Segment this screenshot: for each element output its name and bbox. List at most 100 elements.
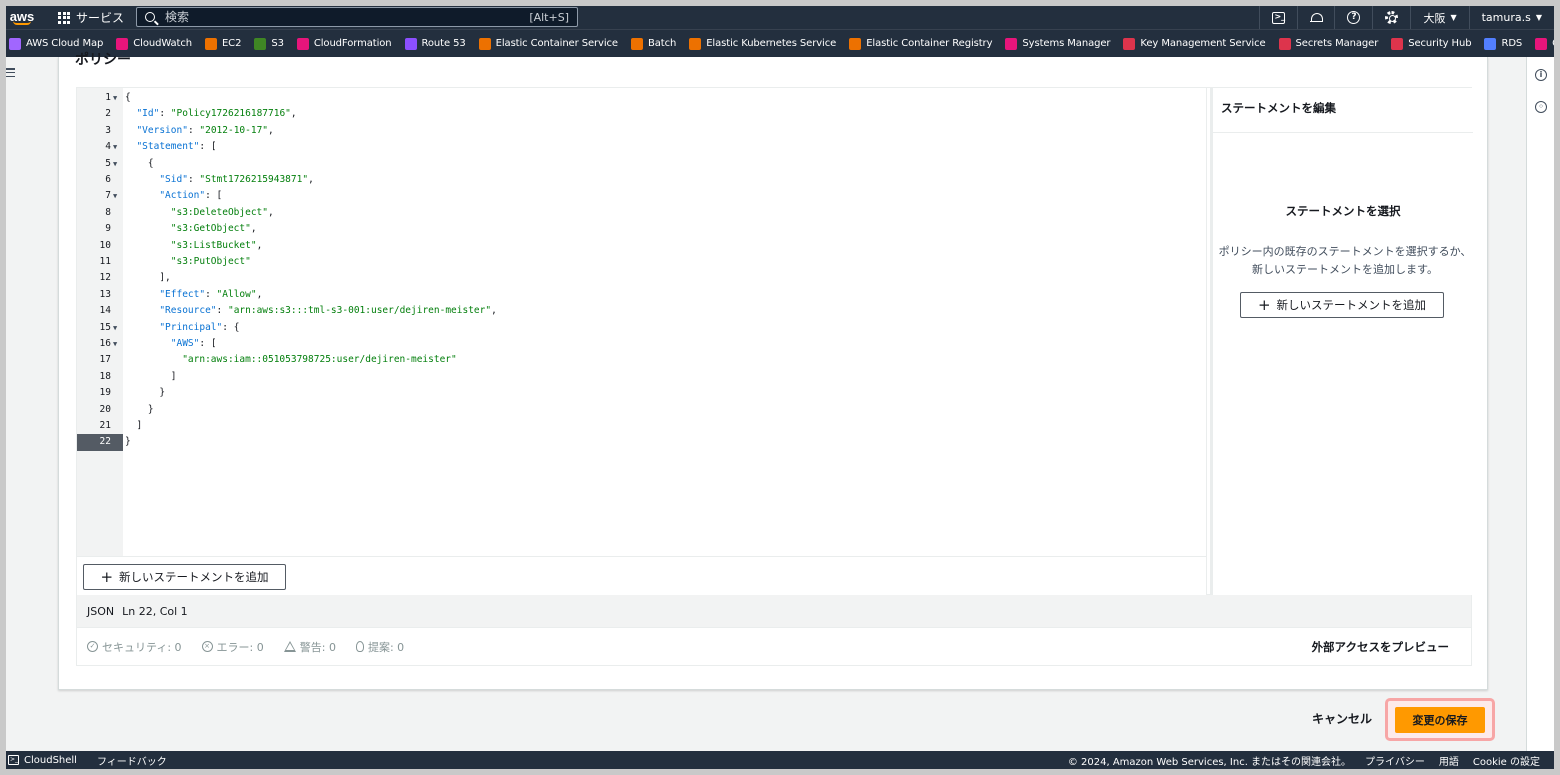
help-button[interactable]: ?	[1334, 6, 1372, 29]
code-line[interactable]: 19 }	[77, 385, 1207, 401]
info-icon[interactable]: i	[1535, 69, 1547, 81]
code-token: "Stmt1726215943871"	[199, 174, 309, 185]
favorite-item[interactable]: S3	[254, 37, 284, 50]
footer-cloudshell-link[interactable]: >_ CloudShell	[8, 755, 77, 766]
footer-terms-link[interactable]: 用語	[1439, 753, 1459, 768]
code-line[interactable]: 3 "Version": "2012-10-17",	[77, 123, 1207, 139]
region-label: 大阪	[1423, 11, 1446, 25]
fold-toggle-icon[interactable]: ▼	[113, 156, 117, 172]
favorite-item[interactable]: Systems Manager	[1005, 37, 1111, 50]
favorite-label: Elastic Kubernetes Service	[706, 38, 837, 49]
search-input[interactable]	[165, 10, 525, 24]
save-changes-button[interactable]: 変更の保存	[1395, 707, 1485, 733]
favorite-item[interactable]: CloudTrail	[1535, 37, 1554, 50]
lightbulb-icon	[355, 641, 364, 652]
code-line[interactable]: 21 ]	[77, 418, 1207, 434]
code-token: : [	[199, 338, 217, 349]
code-line[interactable]: 13 "Effect": "Allow",	[77, 287, 1207, 303]
fold-toggle-icon[interactable]: ▼	[113, 139, 117, 155]
service-icon	[849, 37, 862, 50]
favorite-item[interactable]: CloudFormation	[296, 37, 392, 50]
fold-toggle-icon[interactable]: ▼	[113, 336, 117, 352]
add-statement-button[interactable]: + 新しいステートメントを追加	[83, 564, 286, 590]
fold-toggle-icon[interactable]: ▼	[113, 90, 117, 106]
services-menu-button[interactable]: サービス	[58, 9, 124, 26]
cloudshell-button[interactable]: >_	[1259, 6, 1297, 29]
suggestion-findings[interactable]: 提案: 0	[355, 639, 404, 655]
favorite-item[interactable]: Security Hub	[1391, 37, 1472, 50]
favorite-item[interactable]: Route 53	[404, 37, 466, 50]
gear-icon	[1385, 11, 1399, 24]
footer-cookie-link[interactable]: Cookie の設定	[1473, 753, 1540, 768]
favorite-item[interactable]: Elastic Container Registry	[849, 37, 992, 50]
region-selector[interactable]: 大阪 ▼	[1410, 6, 1468, 29]
code-line[interactable]: 5 ▼ {	[77, 156, 1207, 172]
line-number: 8	[105, 206, 111, 218]
code-line[interactable]: 16 ▼ "AWS": [	[77, 336, 1207, 352]
code-token: "Allow"	[216, 288, 257, 300]
favorite-item[interactable]: EC2	[204, 37, 241, 50]
notifications-button[interactable]	[1297, 6, 1334, 29]
fold-toggle-icon[interactable]: ▼	[113, 320, 117, 336]
code-line[interactable]: 4 ▼ "Statement": [	[77, 139, 1207, 155]
aws-logo[interactable]: aws	[8, 6, 36, 29]
json-code-editor[interactable]: 1 ▼{2 "Id": "Policy1726216187716", 3 "Vers…	[77, 88, 1207, 596]
footer-feedback-link[interactable]: フィードバック	[97, 753, 167, 768]
code-line[interactable]: 8 "s3:DeleteObject",	[77, 205, 1207, 221]
code-line[interactable]: 15 ▼ "Principal": {	[77, 320, 1207, 336]
error-findings[interactable]: × エラー: 0	[201, 639, 264, 655]
code-line[interactable]: 6 "Sid": "Stmt1726215943871",	[77, 172, 1207, 188]
favorite-item[interactable]: Key Management Service	[1123, 37, 1266, 50]
code-token: }	[125, 436, 131, 448]
security-findings[interactable]: ✓ セキュリティ: 0	[87, 639, 182, 655]
footer-privacy-link[interactable]: プライバシー	[1365, 753, 1425, 768]
code-line[interactable]: 22}	[77, 434, 1207, 451]
code-line[interactable]: 18 ]	[77, 369, 1207, 385]
favorite-item[interactable]: Batch	[630, 37, 676, 50]
shield-icon: ✓	[87, 641, 98, 652]
code-text: "Statement": [	[125, 139, 216, 155]
code-text: "AWS": [	[125, 336, 217, 352]
favorite-item[interactable]: RDS	[1484, 37, 1522, 50]
code-line[interactable]: 1 ▼ {	[77, 90, 1207, 106]
code-line[interactable]: 17 "arn:aws:iam::051053798725:user/dejir…	[77, 352, 1207, 368]
favorite-item[interactable]: Secrets Manager	[1278, 37, 1378, 50]
service-icon	[689, 37, 702, 50]
cancel-button[interactable]: キャンセル	[1312, 710, 1372, 727]
settings-button[interactable]	[1372, 6, 1410, 29]
side-add-statement-button[interactable]: + 新しいステートメントを追加	[1240, 292, 1444, 318]
line-number: 22	[77, 434, 123, 451]
code-line[interactable]: 14 "Resource": "arn:aws:s3:::tml-s3-001:…	[77, 303, 1207, 319]
account-menu[interactable]: tamura.s ▼	[1468, 6, 1554, 29]
aws-logo-text: aws	[9, 8, 35, 24]
code-line[interactable]: 20 }	[77, 402, 1207, 418]
favorite-item[interactable]: CloudWatch	[116, 37, 192, 50]
favorite-item[interactable]: Elastic Kubernetes Service	[689, 37, 837, 50]
code-line[interactable]: 2 "Id": "Policy1726216187716",	[77, 106, 1207, 122]
code-line[interactable]: 7 ▼ "Action": [	[77, 188, 1207, 204]
help-icon: ?	[1347, 11, 1361, 24]
code-text: "Resource": "arn:aws:s3:::tml-s3-001:use…	[125, 303, 497, 319]
code-line[interactable]: 10 "s3:ListBucket",	[77, 238, 1207, 254]
code-token: "Resource"	[159, 305, 217, 317]
code-token: "2012-10-17"	[199, 124, 269, 136]
warning-findings[interactable]: 警告: 0	[283, 639, 336, 655]
top-navigation: aws サービス [Alt+S] >_ ? 大阪 ▼ tamura.s ▼	[6, 6, 1554, 29]
service-icon	[254, 37, 267, 50]
code-line[interactable]: 12 ],	[77, 270, 1207, 286]
fold-toggle-icon[interactable]: ▼	[113, 188, 117, 204]
code-line[interactable]: 9 "s3:GetObject",	[77, 221, 1207, 237]
code-line[interactable]: 11 "s3:PutObject"	[77, 254, 1207, 270]
favorite-item[interactable]: AWS Cloud Map	[9, 37, 103, 50]
policy-panel: ポリシー 1 ▼{2 "Id": "Policy1726216187716", 3 …	[58, 52, 1488, 690]
feedback-icon[interactable]: ◦	[1535, 101, 1547, 113]
line-number: 19	[99, 387, 111, 399]
search-box[interactable]: [Alt+S]	[136, 7, 578, 27]
favorite-item[interactable]: Elastic Container Service	[478, 37, 618, 50]
code-token: :	[187, 124, 200, 136]
preview-external-access-button[interactable]: 外部アクセスをプレビュー	[1312, 639, 1449, 655]
hamburger-menu-icon[interactable]	[6, 68, 15, 77]
